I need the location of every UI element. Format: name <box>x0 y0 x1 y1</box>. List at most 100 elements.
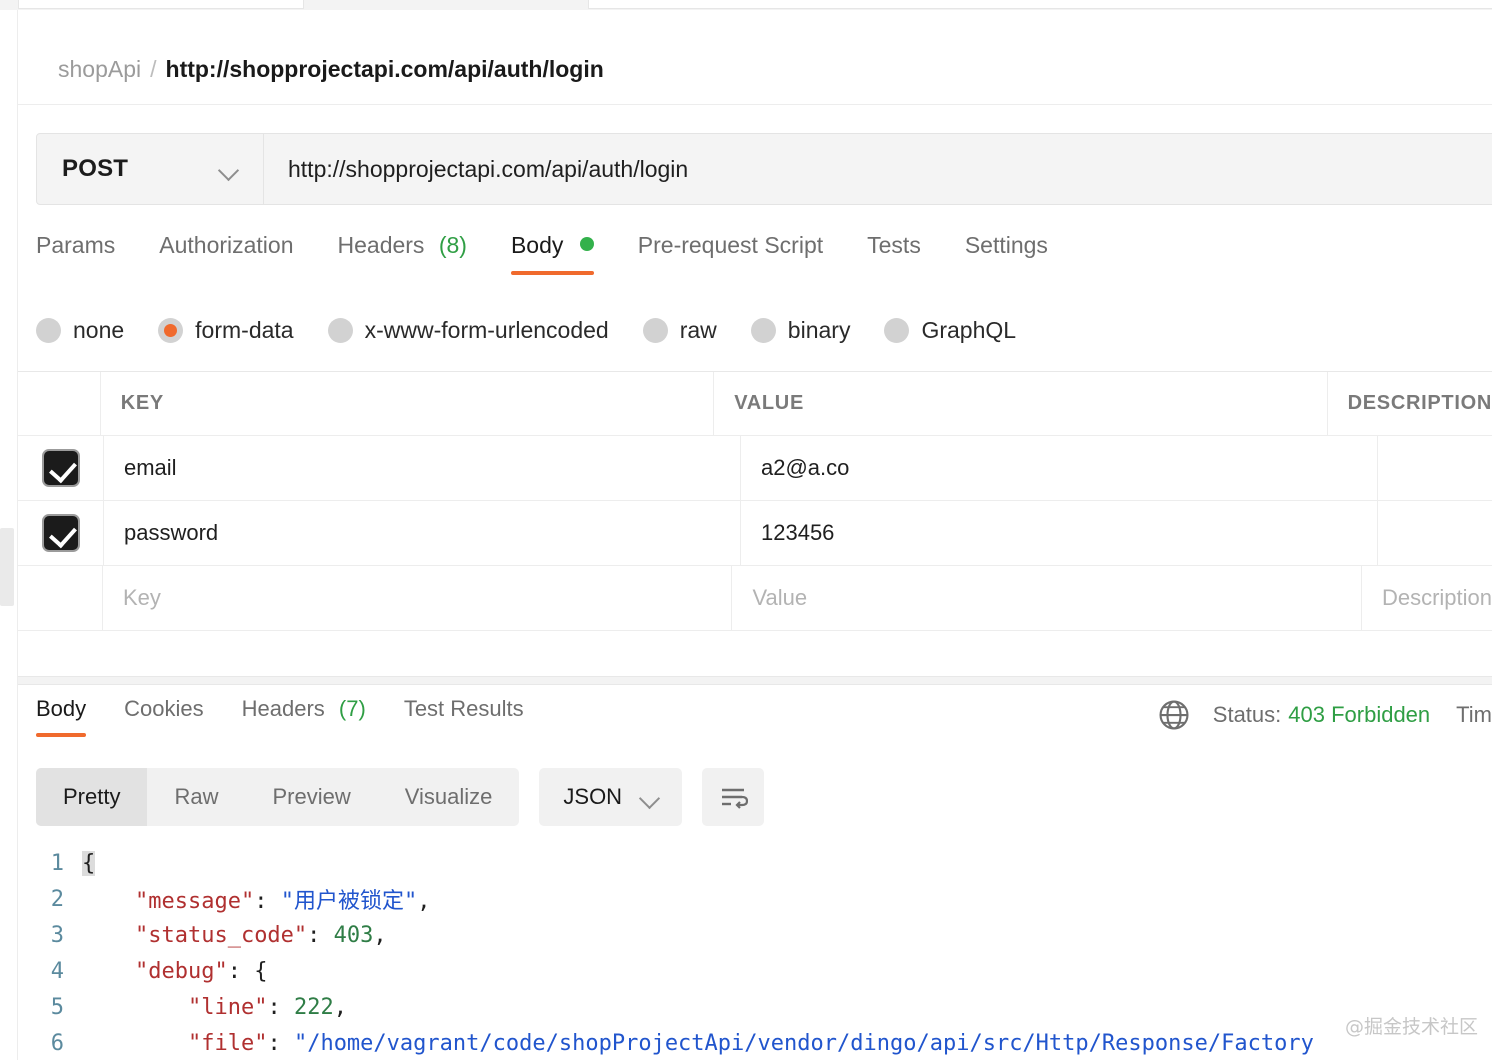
tab-body[interactable]: Body <box>510 228 594 275</box>
table-row[interactable]: password 123456 <box>18 501 1492 566</box>
request-tabs: Params Authorization Headers (8) Body Pr… <box>36 228 1492 286</box>
row-value-text: a2@a.co <box>761 455 850 480</box>
response-format-selector[interactable]: JSON <box>539 768 683 826</box>
json-colon: : <box>227 958 255 984</box>
code-line: 3 "status_code": 403, <box>18 917 1492 953</box>
body-mode-graphql-label: GraphQL <box>921 316 1017 343</box>
json-key: "message" <box>134 889 255 914</box>
response-tab-body-label: Body <box>36 696 87 721</box>
tab-headers-count: (8) <box>438 232 467 258</box>
tab-settings-label: Settings <box>964 232 1048 258</box>
line-number: 6 <box>50 1030 64 1056</box>
row-value-cell[interactable]: a2@a.co <box>741 436 1378 500</box>
radio-icon <box>36 317 61 343</box>
status-badge: 403 Forbidden <box>1288 702 1431 727</box>
row-checkbox[interactable] <box>41 514 80 552</box>
time-label: Tim <box>1456 702 1492 727</box>
tab-authorization[interactable]: Authorization <box>159 228 293 275</box>
radio-icon <box>884 317 910 343</box>
tab-fragment-left[interactable] <box>18 0 304 9</box>
response-tab-headers[interactable]: Headers (7) <box>242 694 366 737</box>
new-description-placeholder: Description <box>1381 585 1492 610</box>
request-url-row: POST http://shopprojectapi.com/api/auth/… <box>36 133 1492 205</box>
response-tab-body[interactable]: Body <box>36 694 87 737</box>
row-description-cell[interactable] <box>1378 436 1492 500</box>
new-description-input[interactable]: Description <box>1362 566 1492 630</box>
wrap-lines-button[interactable] <box>702 768 765 826</box>
view-visualize-button[interactable]: Visualize <box>378 768 520 826</box>
header-cell-key: KEY <box>101 372 715 435</box>
breadcrumb-collection[interactable]: shopApi <box>58 56 141 82</box>
tab-strip <box>0 0 1492 10</box>
row-key-cell[interactable]: email <box>104 436 741 500</box>
body-mode-form-data[interactable]: form-data <box>158 317 294 344</box>
new-key-input[interactable]: Key <box>103 566 733 630</box>
view-pretty-button[interactable]: Pretty <box>36 768 148 826</box>
code-line-text: "status_code": 403, <box>82 923 387 948</box>
table-row-empty[interactable]: Key Value Description <box>18 566 1492 631</box>
view-raw-button[interactable]: Raw <box>147 768 245 826</box>
breadcrumb: shopApi / http://shopprojectapi.com/api/au… <box>58 55 604 83</box>
radio-icon <box>327 317 353 343</box>
body-mode-urlencoded-label: x-www-form-urlencoded <box>364 316 609 343</box>
response-view-segments: Pretty Raw Preview Visualize <box>36 768 520 826</box>
url-input[interactable]: http://shopprojectapi.com/api/auth/login <box>264 133 1492 205</box>
json-string-value: "/home/vagrant/code/shopProjectApi/vendo… <box>293 1030 1314 1056</box>
sidebar-scrollbar-thumb[interactable] <box>0 528 14 606</box>
tab-fragment-right[interactable] <box>588 0 1492 9</box>
tab-settings[interactable]: Settings <box>965 228 1048 275</box>
row-description-cell[interactable] <box>1378 501 1492 565</box>
body-mode-binary[interactable]: binary <box>750 316 851 344</box>
header-cell-description: DESCRIPTION <box>1328 372 1492 435</box>
tab-headers-label: Headers <box>337 232 425 258</box>
row-value-cell[interactable]: 123456 <box>741 501 1378 565</box>
row-checkbox[interactable] <box>41 449 80 487</box>
body-mode-urlencoded[interactable]: x-www-form-urlencoded <box>327 316 609 344</box>
radio-icon <box>750 317 776 343</box>
table-row[interactable]: email a2@a.co <box>18 436 1492 501</box>
body-mode-graphql[interactable]: GraphQL <box>884 317 1016 344</box>
tab-tests-label: Tests <box>867 232 921 258</box>
left-rail <box>0 10 18 1060</box>
tab-params[interactable]: Params <box>36 228 115 275</box>
line-number: 5 <box>50 994 64 1020</box>
tab-underline <box>510 271 594 275</box>
table-header-row: KEY VALUE DESCRIPTION <box>18 372 1492 436</box>
body-mode-raw-label: raw <box>679 316 717 343</box>
tab-tests[interactable]: Tests <box>867 228 921 275</box>
http-method-selector[interactable]: POST <box>36 133 264 205</box>
tab-pre-request-script-label: Pre-request Script <box>637 232 824 258</box>
column-header-value: VALUE <box>734 392 804 414</box>
body-mode-none[interactable]: none <box>36 317 124 344</box>
response-body-code[interactable]: 1 { 2 "message": "用户被锁定", 3 "status_code… <box>18 845 1492 1060</box>
response-tab-cookies-label: Cookies <box>124 696 204 721</box>
view-preview-button[interactable]: Preview <box>245 768 377 826</box>
response-pane-divider[interactable] <box>18 676 1492 685</box>
code-line: 6 "file": "/home/vagrant/code/shopProjec… <box>18 1025 1492 1060</box>
response-tab-cookies[interactable]: Cookies <box>124 694 203 737</box>
row-key-cell[interactable]: password <box>104 501 741 565</box>
breadcrumb-request-name[interactable]: http://shopprojectapi.com/api/auth/login <box>166 56 604 82</box>
json-comma: , <box>333 994 347 1020</box>
tab-headers[interactable]: Headers (8) <box>338 228 467 275</box>
column-header-key: KEY <box>120 392 164 414</box>
wrap-lines-icon <box>722 788 749 809</box>
tab-authorization-label: Authorization <box>159 232 294 258</box>
code-line-text: "debug": { <box>82 959 267 984</box>
code-line-text: "line": 222, <box>82 995 347 1020</box>
body-mode-binary-label: binary <box>787 316 851 343</box>
row-key-text: password <box>124 520 219 545</box>
breadcrumb-separator: / <box>150 56 157 82</box>
body-mode-raw[interactable]: raw <box>642 316 717 344</box>
tab-pre-request-script[interactable]: Pre-request Script <box>638 228 823 275</box>
response-tab-test-results[interactable]: Test Results <box>404 694 524 737</box>
code-line: 2 "message": "用户被锁定", <box>18 881 1492 917</box>
line-number: 1 <box>50 850 64 876</box>
http-method-label: POST <box>62 155 129 182</box>
form-data-table: KEY VALUE DESCRIPTION email a2@a.co pass… <box>18 371 1492 634</box>
new-value-input[interactable]: Value <box>732 566 1362 630</box>
new-value-placeholder: Value <box>752 585 808 610</box>
json-key: "file" <box>187 1030 268 1056</box>
code-line-text: "file": "/home/vagrant/code/shopProjectA… <box>82 1031 1314 1056</box>
code-brace-open: { <box>254 958 268 984</box>
